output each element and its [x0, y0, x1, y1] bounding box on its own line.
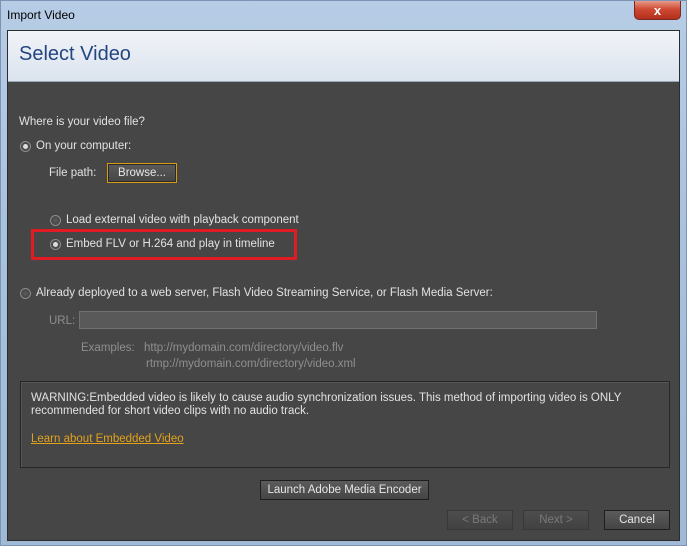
window-title: Import Video: [7, 8, 75, 22]
step-header: Select Video: [8, 31, 679, 82]
back-button[interactable]: < Back: [447, 510, 513, 530]
dialog-content: Select Video Where is your video file? O…: [7, 30, 680, 541]
radio-already-deployed[interactable]: [20, 288, 31, 299]
radio-already-deployed-label[interactable]: Already deployed to a web server, Flash …: [36, 287, 493, 299]
example-rtmp: rtmp://mydomain.com/directory/video.xml: [146, 358, 356, 370]
radio-on-computer[interactable]: [20, 141, 31, 152]
page-title: Select Video: [19, 43, 131, 65]
file-path-label: File path:: [49, 167, 97, 179]
url-label: URL:: [49, 315, 76, 327]
close-icon: x: [653, 2, 662, 18]
close-window-button[interactable]: x: [634, 1, 681, 20]
radio-on-computer-label[interactable]: On your computer:: [36, 140, 131, 152]
highlight-box: [31, 229, 297, 260]
examples-label: Examples:: [81, 342, 135, 354]
title-bar[interactable]: Import Video x: [1, 1, 686, 31]
import-video-window: Import Video x Select Video Where is you…: [0, 0, 687, 546]
radio-load-external-label[interactable]: Load external video with playback compon…: [66, 214, 299, 226]
launch-media-encoder-button[interactable]: Launch Adobe Media Encoder: [260, 480, 429, 500]
warning-panel: WARNING:Embedded video is likely to caus…: [20, 381, 670, 468]
source-question: Where is your video file?: [19, 116, 145, 128]
learn-embedded-video-link[interactable]: Learn about Embedded Video: [31, 433, 184, 445]
example-http: http://mydomain.com/directory/video.flv: [144, 342, 344, 354]
url-input[interactable]: [79, 311, 597, 329]
warning-text: WARNING:Embedded video is likely to caus…: [31, 392, 622, 417]
cancel-button[interactable]: Cancel: [604, 510, 670, 530]
radio-load-external[interactable]: [50, 215, 61, 226]
next-button[interactable]: Next >: [523, 510, 589, 530]
browse-button[interactable]: Browse...: [107, 163, 177, 183]
